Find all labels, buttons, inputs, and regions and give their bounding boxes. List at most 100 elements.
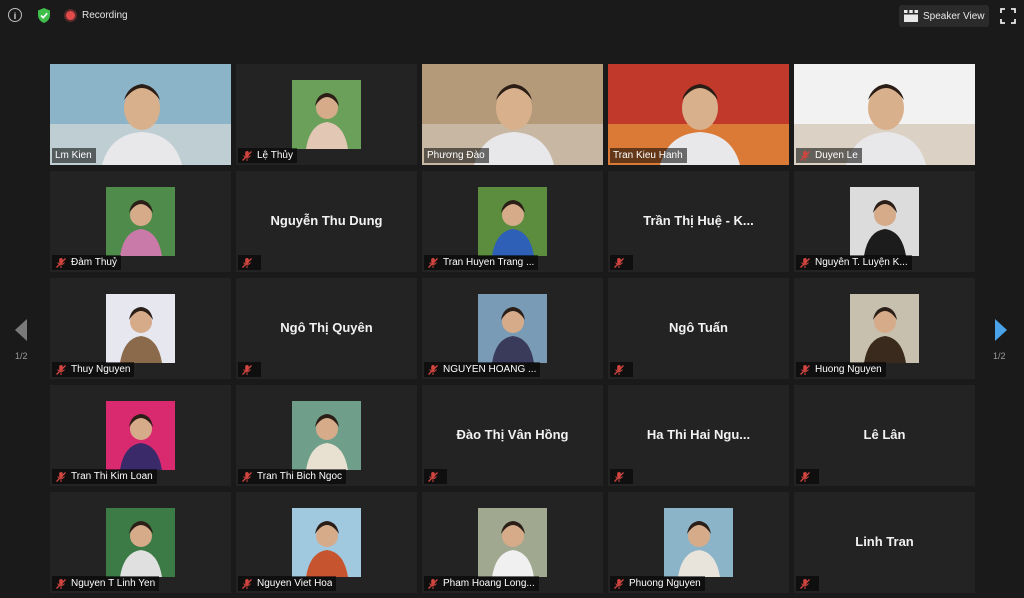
- participant-tile[interactable]: Lê Lân: [794, 385, 975, 486]
- participant-name: Nguyễn T. Luyện K...: [815, 257, 908, 268]
- participant-name-label: Đàm Thuỷ: [52, 255, 121, 270]
- participant-display-name: Ngô Thị Quyên: [280, 320, 373, 335]
- participant-photo: [292, 401, 361, 470]
- muted-mic-icon: [428, 364, 438, 375]
- recording-dot-icon: [66, 10, 75, 20]
- participant-display-name: Ngô Tuấn: [669, 320, 728, 335]
- muted-mic-icon: [242, 471, 252, 482]
- muted-mic-icon: [242, 150, 252, 161]
- participant-name: NGUYEN HOANG ...: [443, 364, 537, 375]
- participant-display-name: Ha Thi Hai Ngu...: [646, 427, 751, 442]
- participant-tile[interactable]: Ngô Thị Quyên: [236, 278, 417, 379]
- participant-photo: [850, 187, 919, 256]
- participant-name-label: Phương Đào: [424, 148, 489, 163]
- participant-tile[interactable]: Huong Nguyen: [794, 278, 975, 379]
- participant-name-label: Tran Huyen Trang ...: [424, 255, 539, 270]
- participant-name: Nguyen Viet Hoa: [257, 578, 333, 589]
- participant-tile[interactable]: Tran Thi Kim Loan: [50, 385, 231, 486]
- muted-mic-icon: [614, 364, 624, 375]
- participant-name: Duyen Le: [815, 150, 858, 161]
- participant-name-label: Tran Kieu Hanh: [610, 148, 687, 163]
- recording-indicator[interactable]: Recording: [66, 8, 128, 22]
- participant-tile[interactable]: Đàm Thuỷ: [50, 171, 231, 272]
- participant-tile[interactable]: Thuy Nguyen: [50, 278, 231, 379]
- participant-tile[interactable]: Đào Thị Vân Hồng: [422, 385, 603, 486]
- speaker-view-label: Speaker View: [923, 10, 985, 22]
- participant-tile[interactable]: Tran Thi Bich Ngoc: [236, 385, 417, 486]
- participant-tile[interactable]: Nguyễn T. Luyện K...: [794, 171, 975, 272]
- muted-mic-icon: [56, 364, 66, 375]
- participant-photo: [106, 401, 175, 470]
- participant-tile[interactable]: Linh Tran: [794, 492, 975, 593]
- participant-name: Phương Đào: [427, 150, 485, 161]
- muted-mic-icon: [242, 364, 252, 375]
- participant-tile[interactable]: Ha Thi Hai Ngu...: [608, 385, 789, 486]
- info-icon[interactable]: i: [8, 8, 22, 22]
- participant-tile[interactable]: NGUYEN HOANG ...: [422, 278, 603, 379]
- participant-name-label: Lm Kien: [52, 148, 96, 163]
- participant-photo: [850, 294, 919, 363]
- participant-tile[interactable]: Tran Kieu Hanh: [608, 64, 789, 165]
- muted-mic-icon: [56, 257, 66, 268]
- participant-tile[interactable]: Duyen Le: [794, 64, 975, 165]
- participant-name-label: Thuy Nguyen: [52, 362, 135, 377]
- participant-tile[interactable]: Lm Kien: [50, 64, 231, 165]
- participant-name-label: NGUYEN HOANG ...: [424, 362, 541, 377]
- participant-name: Huong Nguyen: [815, 364, 882, 375]
- participant-display-name: Linh Tran: [855, 534, 914, 549]
- next-page-icon[interactable]: [993, 318, 1009, 342]
- participant-display-name: Nguyễn Thu Dung: [270, 213, 383, 228]
- participant-photo: [664, 508, 733, 577]
- speaker-view-icon: [904, 10, 918, 22]
- participant-tile[interactable]: Nguyen Viet Hoa: [236, 492, 417, 593]
- muted-mic-icon: [242, 578, 252, 589]
- participant-name-label: Tran Thi Kim Loan: [52, 469, 157, 484]
- participant-tile[interactable]: Ngô Tuấn: [608, 278, 789, 379]
- participant-photo: [478, 294, 547, 363]
- muted-mic-icon: [56, 578, 66, 589]
- participant-tile[interactable]: Trần Thị Huệ - K...: [608, 171, 789, 272]
- participant-display-name: Đào Thị Vân Hồng: [456, 427, 569, 442]
- participant-photo: [478, 508, 547, 577]
- shield-icon[interactable]: [36, 7, 52, 24]
- participant-name: Nguyen T Linh Yen: [71, 578, 156, 589]
- participant-name-label: [610, 469, 633, 484]
- recording-label: Recording: [82, 9, 128, 21]
- previous-page-icon[interactable]: [13, 318, 29, 342]
- participant-tile[interactable]: Tran Huyen Trang ...: [422, 171, 603, 272]
- participant-name-label: Nguyen Viet Hoa: [238, 576, 337, 591]
- muted-mic-icon: [242, 257, 252, 268]
- participant-photo: [106, 187, 175, 256]
- participant-name-label: Huong Nguyen: [796, 362, 886, 377]
- participant-tile[interactable]: Nguyễn Thu Dung: [236, 171, 417, 272]
- muted-mic-icon: [428, 257, 438, 268]
- participant-name: Lm Kien: [55, 150, 92, 161]
- muted-mic-icon: [614, 257, 624, 268]
- participant-tile[interactable]: Lệ Thủy: [236, 64, 417, 165]
- muted-mic-icon: [428, 578, 438, 589]
- participant-name-label: [238, 362, 261, 377]
- muted-mic-icon: [800, 364, 810, 375]
- participant-tile[interactable]: Phương Đào: [422, 64, 603, 165]
- muted-mic-icon: [56, 471, 66, 482]
- participant-tile[interactable]: Pham Hoang Long...: [422, 492, 603, 593]
- participant-tile[interactable]: Nguyen T Linh Yen: [50, 492, 231, 593]
- participant-name: Lệ Thủy: [257, 150, 293, 161]
- participant-name-label: [796, 469, 819, 484]
- muted-mic-icon: [614, 471, 624, 482]
- muted-mic-icon: [614, 578, 624, 589]
- muted-mic-icon: [800, 150, 810, 161]
- participant-tile[interactable]: Phuong Nguyen: [608, 492, 789, 593]
- participant-name-label: [796, 576, 819, 591]
- muted-mic-icon: [800, 471, 810, 482]
- participant-name-label: [238, 255, 261, 270]
- page-indicator-left: 1/2: [15, 351, 28, 361]
- fullscreen-icon[interactable]: [1000, 8, 1016, 24]
- participant-name-label: Nguyễn T. Luyện K...: [796, 255, 912, 270]
- participant-name: Tran Thi Bich Ngoc: [257, 471, 343, 482]
- participant-name-label: Nguyen T Linh Yen: [52, 576, 160, 591]
- participant-name: Thuy Nguyen: [71, 364, 131, 375]
- participant-name-label: Lệ Thủy: [238, 148, 297, 163]
- participant-name-label: Duyen Le: [796, 148, 862, 163]
- speaker-view-button[interactable]: Speaker View: [899, 5, 989, 27]
